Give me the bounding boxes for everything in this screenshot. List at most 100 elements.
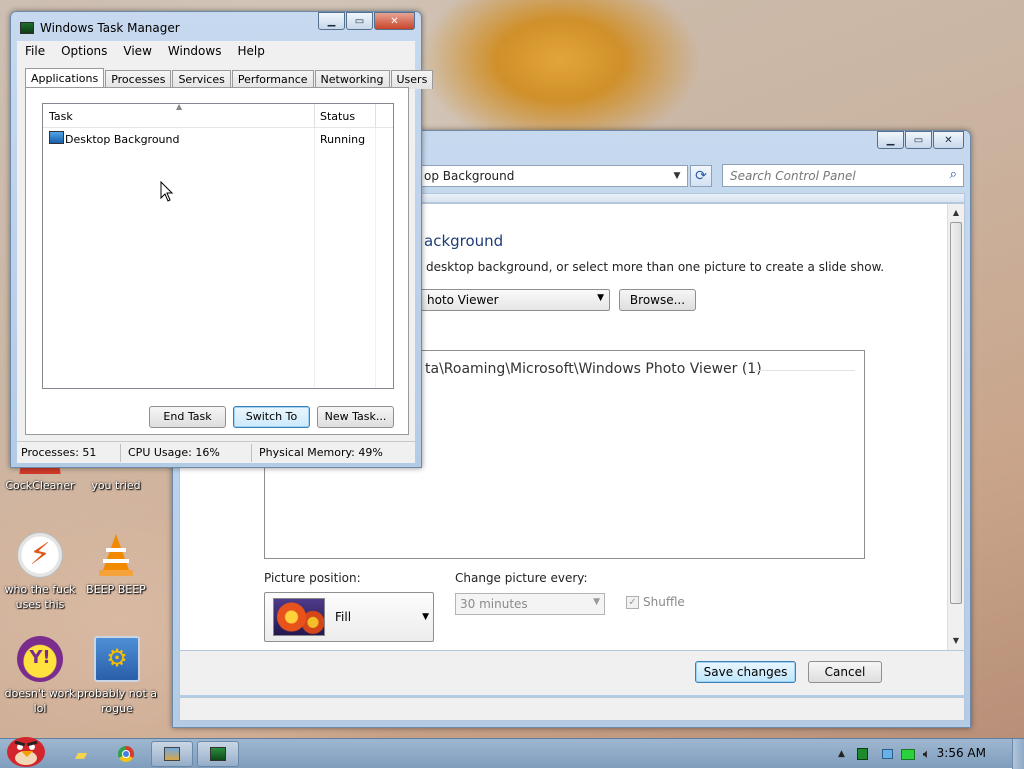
shuffle-label: Shuffle — [643, 595, 685, 609]
vlc-cone-icon — [93, 532, 139, 578]
folder-icon: ▰ — [74, 744, 88, 764]
page-description: desktop background, or select more than … — [426, 260, 885, 274]
yahoo-messenger-icon: Y! — [17, 636, 63, 682]
folder-path: ta\Roaming\Microsoft\Windows Photo Viewe… — [425, 361, 762, 377]
change-picture-label: Change picture every: — [455, 571, 588, 585]
menu-options[interactable]: Options — [53, 41, 115, 61]
browse-button[interactable]: Browse... — [619, 289, 696, 311]
list-header: ▲ Task Status — [43, 102, 393, 128]
vertical-scrollbar[interactable]: ▲ ▼ — [947, 204, 964, 650]
switch-to-button[interactable]: Switch To — [233, 406, 310, 428]
minimize-button[interactable]: ▁ — [318, 12, 345, 30]
column-gridline — [314, 128, 315, 388]
battery-icon[interactable] — [900, 748, 915, 760]
column-divider[interactable] — [314, 104, 315, 128]
scroll-down-icon[interactable]: ▼ — [948, 633, 964, 649]
picture-location-select[interactable]: hoto Viewer ▼ — [420, 289, 610, 311]
search-input[interactable]: Search Control Panel ⌕ — [722, 164, 964, 187]
search-icon[interactable]: ⌕ — [950, 167, 957, 182]
status-bar: Processes: 51 CPU Usage: 16% Physical Me… — [17, 441, 415, 463]
column-header-task[interactable]: Task — [49, 110, 73, 123]
scrollbar-thumb[interactable] — [950, 222, 962, 604]
save-changes-button[interactable]: Save changes — [695, 661, 796, 683]
cancel-button[interactable]: Cancel — [808, 661, 882, 683]
desktop-icon-avast[interactable]: ⚡ who the fuck uses this — [0, 532, 80, 612]
sort-ascending-icon: ▲ — [176, 102, 183, 111]
change-interval-value: 30 minutes — [460, 597, 528, 611]
refresh-icon[interactable]: ⟳ — [690, 165, 712, 187]
close-button[interactable]: ✕ — [933, 131, 964, 149]
search-placeholder: Search Control Panel — [730, 169, 856, 183]
page-title: ackground — [424, 232, 504, 250]
start-button[interactable] — [2, 731, 50, 769]
taskbar-explorer[interactable]: ▰ — [60, 741, 102, 767]
monitor-gears-icon: ⚙ — [94, 636, 140, 682]
window-title: Windows Task Manager — [40, 21, 180, 35]
show-hidden-icons-icon[interactable]: ▲ — [838, 749, 845, 759]
menu-help[interactable]: Help — [229, 41, 272, 61]
chrome-icon — [118, 746, 134, 762]
picture-position-select[interactable]: Fill ▼ — [264, 592, 434, 642]
menu-file[interactable]: File — [17, 41, 53, 61]
desktop-icon-label: you tried — [91, 479, 141, 492]
desktop-icon-label: who the fuck uses this — [4, 583, 76, 611]
volume-icon[interactable]: 🔈︎ — [923, 747, 931, 762]
monitor-tray-icon[interactable] — [856, 748, 868, 760]
taskbar-control-panel[interactable] — [151, 741, 193, 767]
mouse-cursor-icon — [160, 180, 174, 206]
picture-position-value: Fill — [335, 610, 352, 624]
task-list[interactable]: ▲ Task Status Desktop Background Running — [42, 102, 394, 389]
clock[interactable]: 3:56 AM — [937, 746, 986, 760]
show-desktop-button[interactable] — [1012, 739, 1024, 769]
cpu-usage: CPU Usage: 16% — [128, 446, 220, 459]
maximize-button[interactable]: ▭ — [346, 12, 373, 30]
network-icon[interactable] — [881, 749, 893, 759]
desktop-icon-vlc[interactable]: BEEP BEEP — [76, 532, 156, 597]
status-bar — [179, 697, 965, 721]
desktop-icon-label: BEEP BEEP — [86, 583, 146, 596]
window-controls: ▁ ▭ ✕ — [317, 12, 415, 30]
shuffle-checkbox[interactable]: ✓ Shuffle — [626, 595, 685, 609]
menu-view[interactable]: View — [115, 41, 159, 61]
scroll-up-icon[interactable]: ▲ — [948, 205, 964, 221]
desktop-icon-label: CockCleaner — [5, 479, 75, 492]
menu-bar: File Options View Windows Help — [17, 41, 415, 61]
main-panel: Applications Processes Services Performa… — [17, 61, 434, 444]
column-divider[interactable] — [375, 104, 376, 128]
task-manager-icon — [20, 22, 34, 34]
divider — [755, 370, 855, 371]
chevron-down-icon: ▼ — [593, 597, 600, 607]
system-tray: ▲ 🔈︎ — [838, 739, 931, 769]
window-controls: ▁ ▭ ✕ — [876, 131, 964, 149]
lightning-icon: ⚡ — [17, 532, 63, 578]
applications-page: ▲ Task Status Desktop Background Running… — [25, 87, 409, 435]
new-task-button[interactable]: New Task... — [317, 406, 394, 428]
taskbar: ▰ ▲ 🔈︎ 3:56 AM — [0, 737, 1024, 769]
status-divider — [251, 444, 252, 462]
task-name: Desktop Background — [65, 133, 180, 146]
chevron-down-icon[interactable]: ▼ — [667, 166, 687, 186]
chevron-down-icon: ▼ — [597, 293, 604, 303]
maximize-button[interactable]: ▭ — [905, 131, 932, 149]
address-text: op Background — [424, 169, 515, 183]
processes-count: Processes: 51 — [21, 446, 97, 459]
status-divider — [120, 444, 121, 462]
taskbar-task-manager[interactable] — [197, 741, 239, 767]
monitor-icon — [49, 131, 64, 144]
table-row[interactable]: Desktop Background Running — [47, 131, 391, 148]
minimize-button[interactable]: ▁ — [877, 131, 904, 149]
column-header-status[interactable]: Status — [320, 110, 355, 123]
change-interval-select[interactable]: 30 minutes ▼ — [455, 593, 605, 615]
task-status: Running — [320, 133, 366, 146]
desktop-icon-rogue[interactable]: ⚙ probably not a rogue — [77, 636, 157, 716]
task-manager-window: Windows Task Manager ▁ ▭ ✕ File Options … — [10, 11, 434, 468]
taskbar-chrome[interactable] — [105, 741, 147, 767]
desktop-icon-yahoo[interactable]: Y! doesn't work lol — [0, 636, 80, 716]
address-bar[interactable]: op Background ▼ — [419, 165, 688, 187]
physical-memory: Physical Memory: 49% — [259, 446, 383, 459]
picture-location-value: hoto Viewer — [427, 293, 499, 307]
column-gridline — [375, 128, 376, 388]
menu-windows[interactable]: Windows — [160, 41, 230, 61]
end-task-button[interactable]: End Task — [149, 406, 226, 428]
close-button[interactable]: ✕ — [374, 12, 415, 30]
